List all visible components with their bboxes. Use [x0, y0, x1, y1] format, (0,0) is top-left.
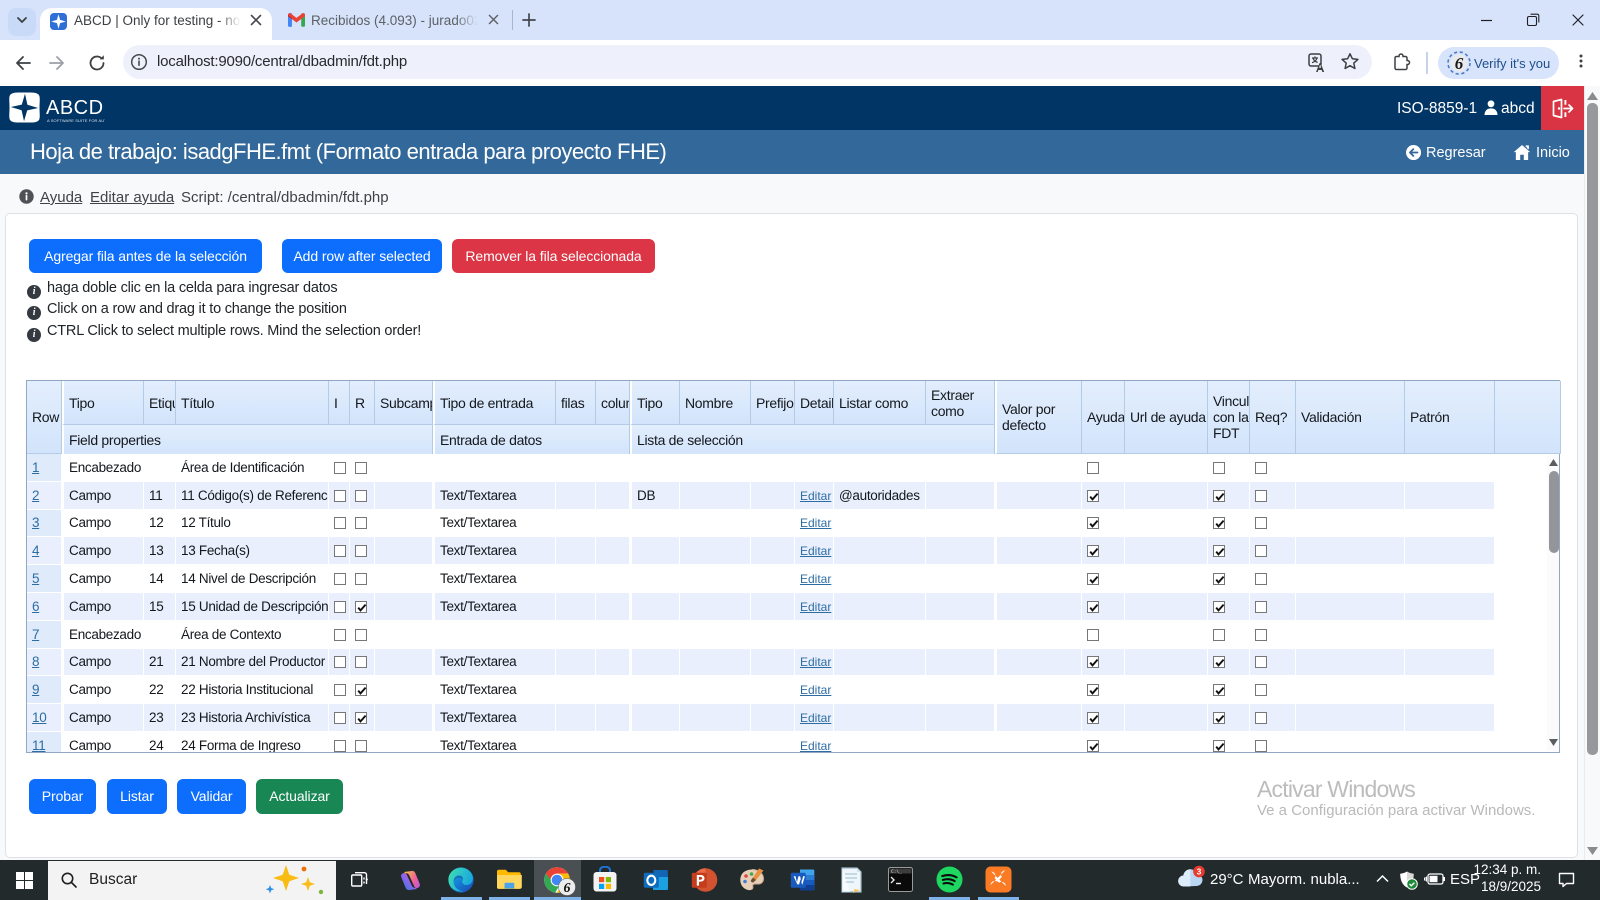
svg-text:C:\_: C:\_ [891, 869, 902, 875]
svg-text:6: 6 [1455, 54, 1464, 73]
svg-text:3: 3 [1197, 866, 1202, 876]
svg-text:6: 6 [564, 881, 571, 896]
